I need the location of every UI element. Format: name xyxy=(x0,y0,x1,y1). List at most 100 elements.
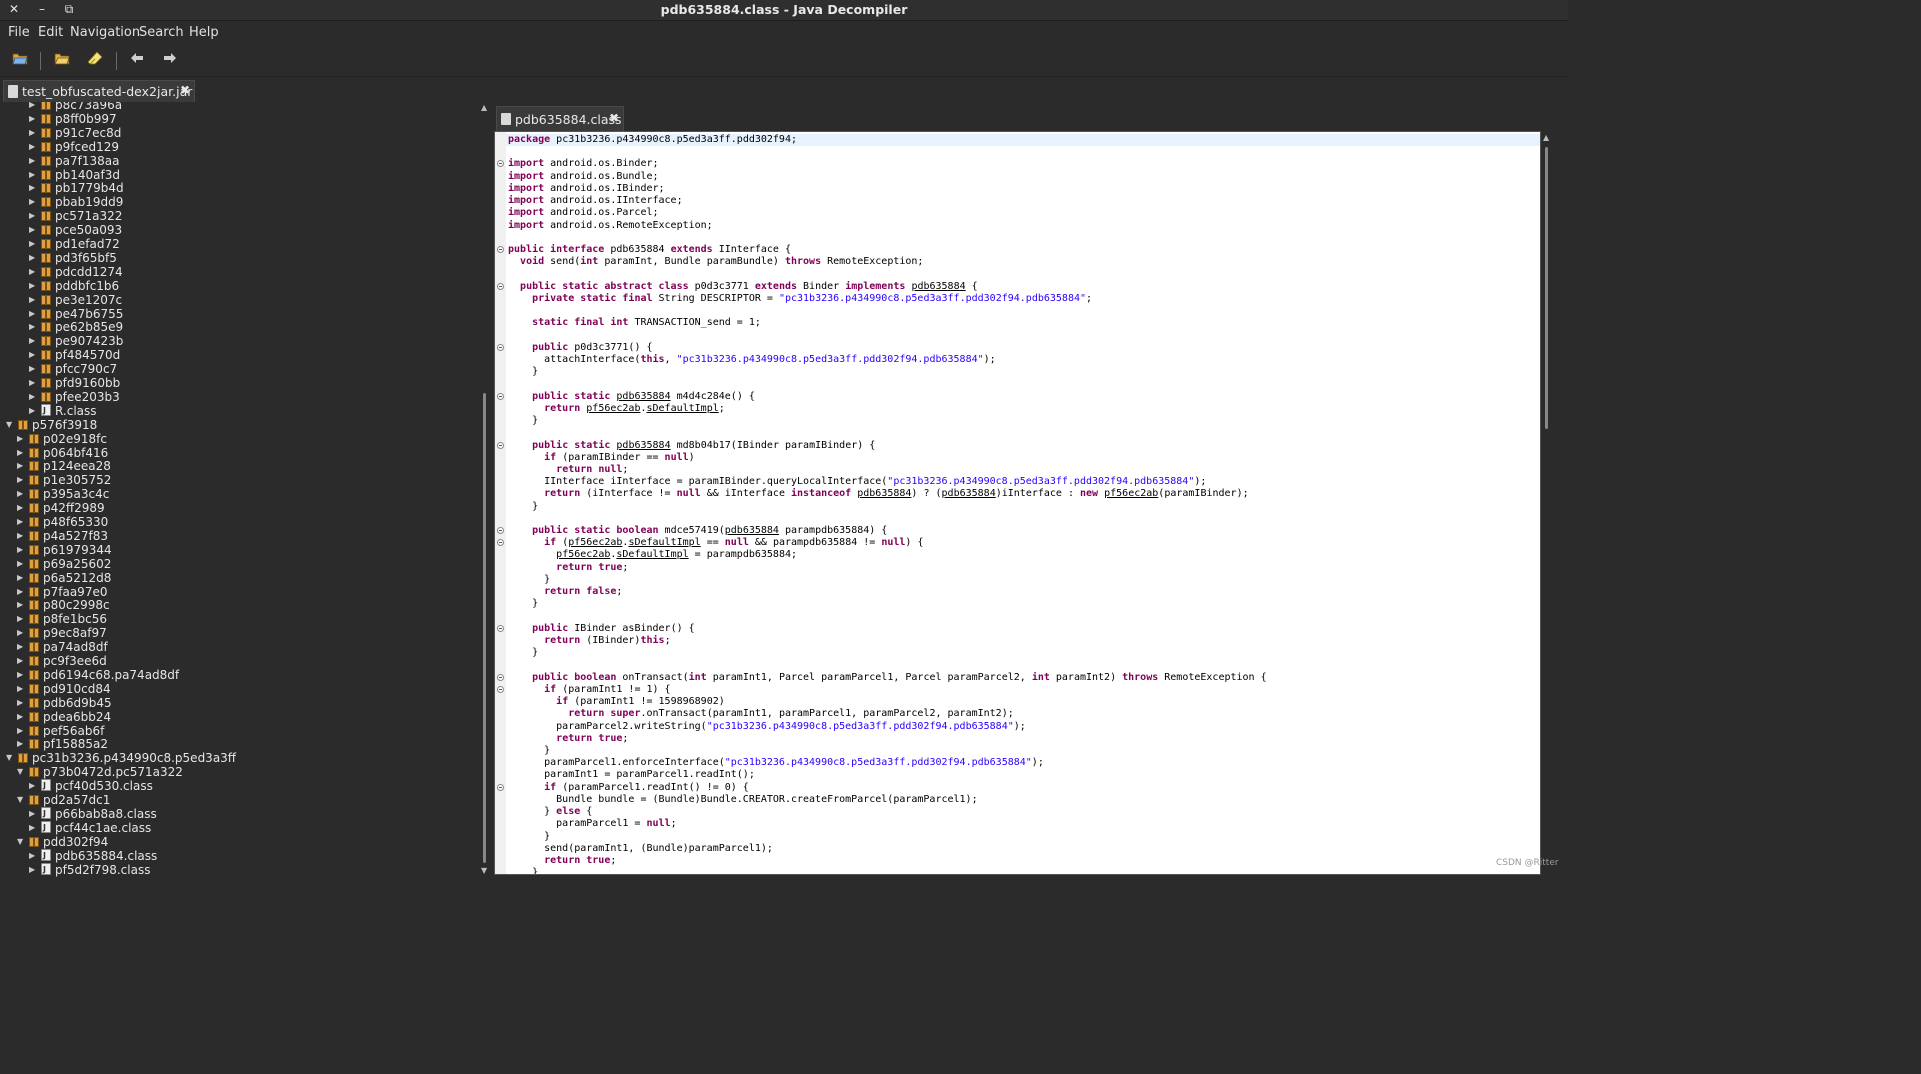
tree-expand-arrow-icon[interactable]: ▶ xyxy=(29,126,39,140)
tree-expand-arrow-icon[interactable]: ▶ xyxy=(29,168,39,182)
fold-toggle-icon[interactable] xyxy=(497,527,504,535)
tree-expand-arrow-icon[interactable]: ▶ xyxy=(17,459,27,473)
menu-help[interactable]: Help xyxy=(189,25,219,40)
tree-expand-arrow-icon[interactable]: ▶ xyxy=(17,543,27,557)
fold-toggle-icon[interactable] xyxy=(497,539,504,547)
code-type-link[interactable]: pdb635884 xyxy=(911,281,965,292)
tree-expand-arrow-icon[interactable]: ▶ xyxy=(17,473,27,487)
tree-collapse-arrow-icon[interactable]: ▼ xyxy=(17,835,27,849)
tree-collapse-arrow-icon[interactable]: ▼ xyxy=(17,793,27,807)
tree-expand-arrow-icon[interactable]: ▶ xyxy=(29,307,39,321)
tree-expand-arrow-icon[interactable]: ▶ xyxy=(29,863,39,877)
code-type-link[interactable]: pdb635884 xyxy=(857,488,911,499)
fold-toggle-icon[interactable] xyxy=(497,245,504,253)
code-type-link[interactable]: pdb635884 xyxy=(942,488,996,499)
code-type-link[interactable]: pf56ec2ab xyxy=(556,549,610,560)
fold-toggle-icon[interactable] xyxy=(497,343,504,351)
tree-expand-arrow-icon[interactable]: ▶ xyxy=(29,807,39,821)
fold-toggle-icon[interactable] xyxy=(497,160,504,168)
tree-expand-arrow-icon[interactable]: ▶ xyxy=(29,334,39,348)
code-type-link[interactable]: sDefaultImpl xyxy=(647,403,719,414)
code-type-link[interactable]: pdb635884 xyxy=(616,391,670,402)
tree-expand-arrow-icon[interactable]: ▶ xyxy=(17,557,27,571)
tree-scrollbar[interactable]: ▲ ▼ xyxy=(480,103,490,877)
tree-expand-arrow-icon[interactable]: ▶ xyxy=(17,626,27,640)
open-file-icon[interactable] xyxy=(9,51,31,71)
back-arrow-icon[interactable] xyxy=(126,51,148,71)
scroll-up-icon[interactable]: ▲ xyxy=(1543,133,1549,142)
tree-expand-arrow-icon[interactable]: ▶ xyxy=(29,265,39,279)
fold-toggle-icon[interactable] xyxy=(497,441,504,449)
tree-expand-arrow-icon[interactable]: ▶ xyxy=(29,237,39,251)
tree-expand-arrow-icon[interactable]: ▶ xyxy=(17,487,27,501)
tree-expand-arrow-icon[interactable]: ▶ xyxy=(29,209,39,223)
fold-toggle-icon[interactable] xyxy=(497,685,504,693)
tree-expand-arrow-icon[interactable]: ▶ xyxy=(29,223,39,237)
tree-scrollbar-thumb[interactable] xyxy=(483,393,486,863)
tree-expand-arrow-icon[interactable]: ▶ xyxy=(17,598,27,612)
tree-expand-arrow-icon[interactable]: ▶ xyxy=(29,293,39,307)
tree-expand-arrow-icon[interactable]: ▶ xyxy=(17,612,27,626)
tree-expand-arrow-icon[interactable]: ▶ xyxy=(29,362,39,376)
editor-scrollbar[interactable]: ▲ xyxy=(1541,131,1553,873)
fold-toggle-icon[interactable] xyxy=(497,624,504,632)
tab-class-file[interactable]: pdb635884.class ✖ xyxy=(496,106,624,131)
code-type-link[interactable]: pf56ec2ab xyxy=(568,537,622,548)
menu-edit[interactable]: Edit xyxy=(38,25,63,40)
tree-expand-arrow-icon[interactable]: ▶ xyxy=(17,654,27,668)
menu-navigation[interactable]: Navigation xyxy=(70,25,140,40)
tree-collapse-arrow-icon[interactable]: ▼ xyxy=(6,751,16,765)
tree-expand-arrow-icon[interactable]: ▶ xyxy=(17,682,27,696)
forward-arrow-icon[interactable] xyxy=(159,51,181,71)
fold-toggle-icon[interactable] xyxy=(497,392,504,400)
close-tab-icon[interactable]: ✖ xyxy=(609,111,619,125)
code-type-link[interactable]: pf56ec2ab xyxy=(1104,488,1158,499)
fold-toggle-icon[interactable] xyxy=(497,673,504,681)
tree-expand-arrow-icon[interactable]: ▶ xyxy=(17,710,27,724)
clear-icon[interactable] xyxy=(84,51,106,71)
fold-toggle-icon[interactable] xyxy=(497,282,504,290)
tree-expand-arrow-icon[interactable]: ▶ xyxy=(29,279,39,293)
tree-expand-arrow-icon[interactable]: ▶ xyxy=(29,154,39,168)
tree-expand-arrow-icon[interactable]: ▶ xyxy=(29,112,39,126)
menu-file[interactable]: File xyxy=(8,25,30,40)
close-tab-icon[interactable]: ✖ xyxy=(180,83,190,97)
tree-expand-arrow-icon[interactable]: ▶ xyxy=(29,849,39,863)
tree-expand-arrow-icon[interactable]: ▶ xyxy=(29,779,39,793)
code-type-link[interactable]: pf56ec2ab xyxy=(586,403,640,414)
tree-expand-arrow-icon[interactable]: ▶ xyxy=(17,529,27,543)
tree-expand-arrow-icon[interactable]: ▶ xyxy=(29,404,39,418)
tree-expand-arrow-icon[interactable]: ▶ xyxy=(29,376,39,390)
tree-collapse-arrow-icon[interactable]: ▼ xyxy=(17,765,27,779)
tree-expand-arrow-icon[interactable]: ▶ xyxy=(29,251,39,265)
tree-expand-arrow-icon[interactable]: ▶ xyxy=(17,585,27,599)
tree-expand-arrow-icon[interactable]: ▶ xyxy=(17,446,27,460)
open-folder-icon[interactable] xyxy=(51,51,73,71)
tab-jar-file[interactable]: test_obfuscated-dex2jar.jar ✖ xyxy=(3,80,195,103)
tree-expand-arrow-icon[interactable]: ▶ xyxy=(17,432,27,446)
package-tree[interactable]: ▶ p8c73a96a ▶ p8ff0b997 ▶ p91c7ec8d ▶ p9fced129… xyxy=(0,102,478,877)
tree-collapse-arrow-icon[interactable]: ▼ xyxy=(6,418,16,432)
tree-expand-arrow-icon[interactable]: ▶ xyxy=(29,195,39,209)
tree-expand-arrow-icon[interactable]: ▶ xyxy=(17,724,27,738)
tree-expand-arrow-icon[interactable]: ▶ xyxy=(17,501,27,515)
tree-expand-arrow-icon[interactable]: ▶ xyxy=(29,348,39,362)
tree-expand-arrow-icon[interactable]: ▶ xyxy=(29,140,39,154)
tree-expand-arrow-icon[interactable]: ▶ xyxy=(17,737,27,751)
fold-toggle-icon[interactable] xyxy=(497,783,504,791)
editor-scrollbar-thumb[interactable] xyxy=(1545,147,1548,429)
source-code-editor[interactable]: package pc31b3236.p434990c8.p5ed3a3ff.pd… xyxy=(494,131,1541,875)
tree-expand-arrow-icon[interactable]: ▶ xyxy=(17,515,27,529)
scroll-up-icon[interactable]: ▲ xyxy=(481,103,487,112)
tree-expand-arrow-icon[interactable]: ▶ xyxy=(29,390,39,404)
tree-expand-arrow-icon[interactable]: ▶ xyxy=(17,668,27,682)
tree-expand-arrow-icon[interactable]: ▶ xyxy=(17,571,27,585)
code-type-link[interactable]: sDefaultImpl xyxy=(628,537,700,548)
tree-expand-arrow-icon[interactable]: ▶ xyxy=(29,821,39,835)
code-type-link[interactable]: sDefaultImpl xyxy=(616,549,688,560)
tree-expand-arrow-icon[interactable]: ▶ xyxy=(17,640,27,654)
menu-search[interactable]: Search xyxy=(139,25,184,40)
tree-expand-arrow-icon[interactable]: ▶ xyxy=(29,181,39,195)
tree-expand-arrow-icon[interactable]: ▶ xyxy=(17,696,27,710)
code-type-link[interactable]: pdb635884 xyxy=(616,440,670,451)
